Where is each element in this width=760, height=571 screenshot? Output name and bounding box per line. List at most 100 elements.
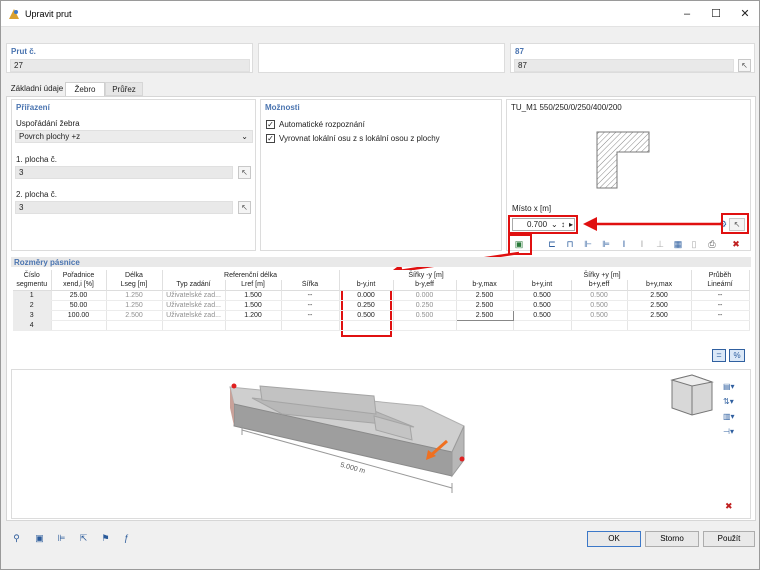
table-cell[interactable]: 0.500 bbox=[513, 290, 572, 301]
table-cell[interactable]: -- bbox=[691, 300, 750, 311]
table-cell[interactable]: 0.500 bbox=[571, 300, 628, 311]
tool-7-icon[interactable]: ⊥ bbox=[653, 237, 667, 251]
table-cell[interactable]: 0.000 bbox=[393, 290, 457, 301]
dialog-window: Upravit prut – ☐ ✕ Prut č. 27 87 87 ↖ Zá… bbox=[0, 0, 760, 570]
table-cell[interactable]: 2.500 bbox=[455, 309, 514, 321]
table-cell[interactable]: 2.500 bbox=[627, 300, 692, 311]
col-header: b-y,max bbox=[456, 280, 514, 290]
table-cell[interactable]: -- bbox=[281, 290, 340, 301]
table-cell[interactable]: 2.500 bbox=[627, 310, 692, 321]
table-cell[interactable] bbox=[571, 320, 628, 331]
value-icon[interactable]: ▣ bbox=[32, 531, 47, 546]
table-cell[interactable] bbox=[51, 320, 107, 331]
table-cell[interactable]: -- bbox=[691, 310, 750, 321]
search-icon[interactable]: ⚲ bbox=[9, 531, 24, 546]
arrow-icon[interactable]: ⇱ bbox=[76, 531, 91, 546]
table-cell[interactable]: 2.500 bbox=[456, 300, 514, 311]
ok-button[interactable]: OK bbox=[587, 531, 641, 547]
tool-4-icon[interactable]: ⊫ bbox=[599, 237, 613, 251]
table-cell[interactable]: 2.500 bbox=[456, 290, 514, 301]
view-tool-1-icon[interactable]: ▤▾ bbox=[723, 381, 745, 393]
table-cell[interactable] bbox=[627, 320, 692, 331]
table-cell[interactable] bbox=[225, 320, 282, 331]
grid-icon[interactable]: ▦ bbox=[671, 237, 685, 251]
table-cell[interactable]: 0.500 bbox=[339, 310, 394, 321]
table-cell[interactable]: 0.500 bbox=[513, 310, 572, 321]
table-header: segmentu xend,i [%] Lseg [m] Typ zadání … bbox=[13, 280, 750, 290]
apply-button[interactable]: Použít bbox=[703, 531, 755, 547]
col-header: b+y,int bbox=[513, 280, 572, 290]
table-cell[interactable] bbox=[106, 320, 163, 331]
header-group-reference: Referenční délka bbox=[162, 270, 340, 280]
percent-icon[interactable]: % bbox=[729, 349, 745, 362]
table-cell[interactable]: 0.500 bbox=[571, 310, 628, 321]
tool-6-icon[interactable]: Ⅰ bbox=[635, 237, 649, 251]
table-cell[interactable] bbox=[339, 320, 394, 331]
table-cell[interactable] bbox=[691, 320, 750, 331]
table-cell[interactable]: 0.500 bbox=[393, 310, 457, 321]
table-cell[interactable] bbox=[162, 320, 226, 331]
table-cell[interactable] bbox=[393, 320, 457, 331]
table-cell[interactable]: -- bbox=[281, 310, 340, 321]
tool-5-icon[interactable]: Ⅰ bbox=[617, 237, 631, 251]
col-header: b+y,max bbox=[627, 280, 692, 290]
table-cell[interactable]: Uživatelské zad... bbox=[162, 290, 226, 301]
col-header: b+y,eff bbox=[571, 280, 628, 290]
table-cell[interactable] bbox=[513, 320, 572, 331]
equal-icon[interactable]: = bbox=[712, 349, 726, 362]
member-icon[interactable]: ⊫ bbox=[54, 531, 69, 546]
model-view[interactable]: 5.000 m bbox=[11, 369, 751, 519]
tool-1-icon[interactable]: ⊏ bbox=[545, 237, 559, 251]
view-tool-2-icon[interactable]: ⇅▾ bbox=[723, 396, 745, 408]
table-title-bar: Rozměry pásnice bbox=[11, 257, 751, 267]
row-number-cell: 2 bbox=[13, 300, 52, 311]
row-number-cell: 4 bbox=[13, 320, 52, 331]
table-cell[interactable]: 1.250 bbox=[106, 300, 163, 311]
col-header: Lseg [m] bbox=[106, 280, 163, 290]
table-cell[interactable]: 2.500 bbox=[106, 310, 163, 321]
formula-icon[interactable]: ƒ bbox=[119, 531, 134, 546]
table-cell[interactable]: Uživatelské zad... bbox=[162, 300, 226, 311]
table-cell[interactable]: 100.00 bbox=[51, 310, 107, 321]
col-header: b-y,eff bbox=[393, 280, 457, 290]
table-cell[interactable]: 0.250 bbox=[339, 300, 394, 311]
tool-8-icon[interactable]: ▯ bbox=[687, 237, 701, 251]
table-cell[interactable]: -- bbox=[691, 290, 750, 301]
beam-3d-icon bbox=[229, 374, 714, 493]
table-cell[interactable]: 0.000 bbox=[339, 290, 394, 301]
view-tool-3-icon[interactable]: ▥▾ bbox=[723, 411, 745, 423]
material-icon[interactable]: ⚑ bbox=[98, 531, 113, 546]
flange-table: Číslo Pořadnice Délka Referenční délka Š… bbox=[13, 270, 750, 331]
table-cell[interactable]: 1.200 bbox=[225, 310, 282, 321]
tool-2-icon[interactable]: ⊓ bbox=[563, 237, 577, 251]
header-group-width-plus: Šířky +y [m] bbox=[513, 270, 692, 280]
col-header: Typ zadání bbox=[162, 280, 226, 290]
table-cell[interactable]: 2.500 bbox=[627, 290, 692, 301]
table-cell[interactable] bbox=[456, 320, 514, 331]
table-cell[interactable]: 0.500 bbox=[513, 300, 572, 311]
table-row: 2 50.00 1.250 Uživatelské zad... 1.500 -- 0.25… bbox=[13, 300, 750, 311]
header-group-progress: Průběh bbox=[691, 270, 750, 280]
table-cell[interactable]: 50.00 bbox=[51, 300, 107, 311]
table-cell[interactable]: 0.250 bbox=[393, 300, 457, 311]
tool-3-icon[interactable]: ⊩ bbox=[581, 237, 595, 251]
table-cell[interactable]: 1.500 bbox=[225, 290, 282, 301]
table-cell[interactable]: 25.00 bbox=[51, 290, 107, 301]
table-row: 1 25.00 1.250 Uživatelské zad... 1.500 -- 0.00… bbox=[13, 290, 750, 301]
arrowhead-1 bbox=[583, 217, 597, 231]
row-number-cell: 1 bbox=[13, 290, 52, 301]
col-header: Lineární bbox=[691, 280, 750, 290]
table-cell[interactable]: 1.500 bbox=[225, 300, 282, 311]
reset-view-icon[interactable]: ✖ bbox=[725, 501, 733, 512]
table-cell[interactable] bbox=[281, 320, 340, 331]
cancel-button[interactable]: Storno bbox=[645, 531, 699, 547]
section-tool-icon[interactable]: ▣ bbox=[512, 237, 526, 251]
view-tool-4-icon[interactable]: ⊣▾ bbox=[723, 426, 745, 438]
table-cell[interactable]: 0.500 bbox=[571, 290, 628, 301]
table-row: 3 100.00 2.500 Uživatelské zad... 1.200 -- 0.5… bbox=[13, 309, 750, 321]
table-cell[interactable]: Uživatelské zad... bbox=[162, 310, 226, 321]
delete-icon[interactable]: ✖ bbox=[729, 237, 743, 251]
print-icon[interactable]: ⎙ bbox=[705, 237, 719, 251]
table-cell[interactable]: -- bbox=[281, 300, 340, 311]
table-cell[interactable]: 1.250 bbox=[106, 290, 163, 301]
